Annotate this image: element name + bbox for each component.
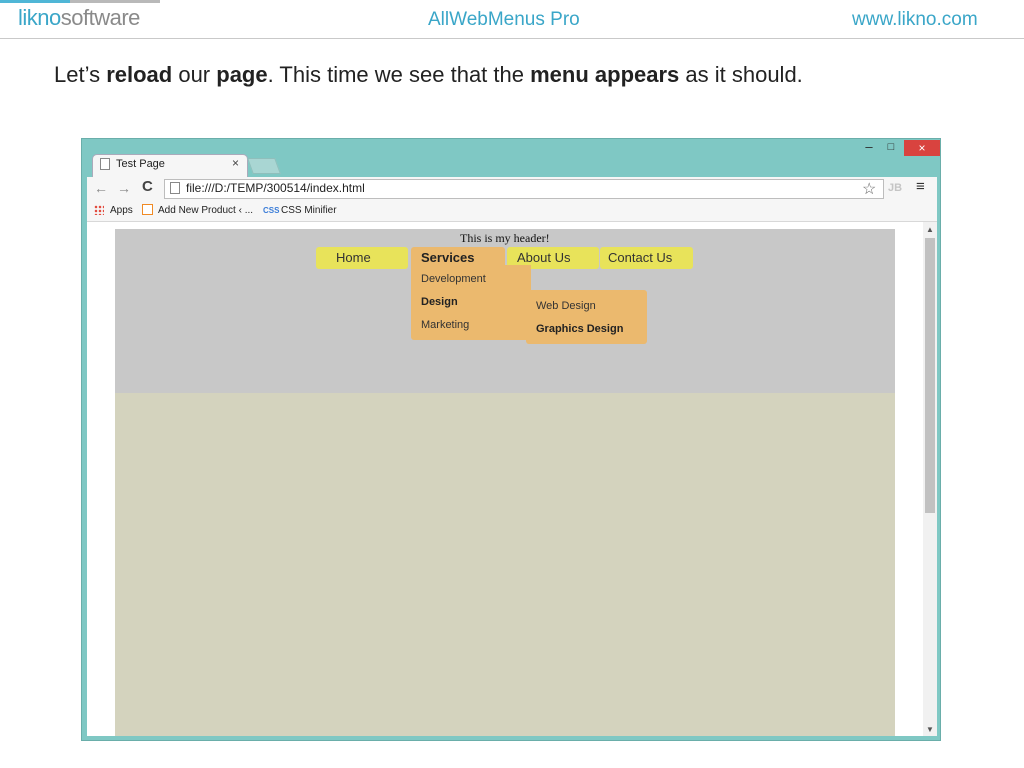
apps-grid-icon[interactable] (94, 205, 104, 215)
menu-item-contact-us[interactable]: Contact Us (600, 247, 693, 269)
instruction-text-3: . This time we see that the (267, 62, 531, 87)
page-icon (170, 182, 180, 194)
extension-icon[interactable]: JB (888, 182, 902, 194)
slide-instruction: Let’s reload our page. This time we see … (54, 62, 803, 88)
instruction-bold-page: page (216, 62, 268, 87)
menu-item-home[interactable]: Home (316, 247, 408, 269)
new-tab-button[interactable] (247, 158, 281, 174)
submenu-item-development[interactable]: Development (421, 273, 486, 285)
page-header-text: This is my header! (460, 231, 550, 245)
submenu-item-design[interactable]: Design (421, 296, 458, 308)
slide-website-url: www.likno.com (852, 9, 978, 30)
forward-arrow-icon[interactable]: → (117, 180, 131, 196)
submenu-item-web-design[interactable]: Web Design (536, 300, 596, 312)
submenu-item-graphics-design[interactable]: Graphics Design (536, 323, 623, 335)
instruction-text-2: our (172, 62, 217, 87)
instruction-text-4: as it should. (679, 62, 803, 87)
back-arrow-icon[interactable]: ← (94, 180, 108, 196)
tab-close-icon[interactable]: × (232, 156, 239, 170)
scroll-down-icon[interactable]: ▼ (926, 725, 934, 734)
bookmark-favicon-icon (142, 204, 153, 215)
likno-logo: liknosoftware (18, 5, 140, 31)
logo-part-software: software (60, 5, 141, 30)
page-icon (100, 158, 110, 170)
tab-title: Test Page (116, 158, 165, 170)
slide-header-divider (0, 38, 1024, 39)
bookmark-css-minifier[interactable]: CSS Minifier (281, 205, 337, 216)
reload-icon[interactable]: C (142, 178, 153, 195)
page-body-area (115, 393, 895, 736)
scroll-up-icon[interactable]: ▲ (926, 225, 934, 234)
maximize-button[interactable]: □ (880, 141, 902, 155)
browser-menu-icon[interactable]: ≡ (916, 178, 925, 195)
instruction-text-1: Let’s (54, 62, 107, 87)
address-bar-url[interactable]: file:///D:/TEMP/300514/index.html (186, 181, 365, 195)
logo-underline-accent (0, 0, 70, 3)
scrollbar-thumb[interactable] (925, 238, 935, 513)
minimize-button[interactable]: – (858, 140, 880, 155)
bookmark-star-icon[interactable]: ☆ (862, 179, 876, 199)
instruction-bold-menu-appears: menu appears (530, 62, 680, 87)
submenu-item-marketing[interactable]: Marketing (421, 319, 469, 331)
instruction-bold-reload: reload (106, 62, 173, 87)
close-window-button[interactable]: × (904, 140, 940, 156)
design-submenu (526, 290, 647, 344)
slide-product-title: AllWebMenus Pro (428, 9, 580, 30)
css-favicon-icon: CSS (263, 206, 280, 215)
logo-part-likno: likno (18, 5, 61, 30)
bookmark-apps[interactable]: Apps (110, 205, 133, 216)
bookmark-add-new-product[interactable]: Add New Product ‹ ... (158, 205, 253, 216)
